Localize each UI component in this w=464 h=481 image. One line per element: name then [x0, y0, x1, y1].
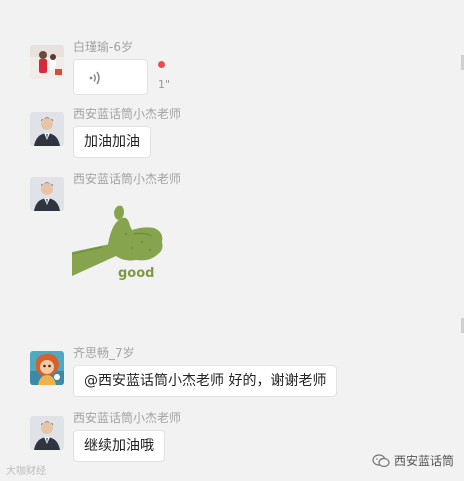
watermark-right-text: 西安蓝话筒 — [394, 454, 455, 468]
text-message-bubble[interactable]: 继续加油哦 — [73, 430, 165, 462]
watermark-left: 大咖财经 — [6, 462, 46, 477]
voice-wave-icon — [89, 71, 100, 85]
sticker-caption: good — [118, 266, 155, 281]
avatar[interactable] — [30, 351, 64, 385]
watermark-left-text: 大咖财经 — [6, 466, 46, 477]
voice-duration: 1" — [158, 78, 171, 91]
sticker-thumbs-up-image[interactable]: good — [71, 204, 172, 290]
sender-name: 西安蓝话筒小杰老师 — [73, 172, 182, 186]
sender-name: 齐思畅_7岁 — [73, 346, 135, 360]
unread-dot — [158, 61, 165, 68]
wechat-logo-icon — [372, 453, 390, 467]
avatar[interactable] — [30, 45, 64, 79]
sender-name: 白瑾瑜-6岁 — [73, 40, 133, 54]
text-message-bubble[interactable]: @西安蓝话筒小杰老师 好的，谢谢老师 — [73, 365, 338, 397]
text-message-bubble[interactable]: 加油加油 — [73, 126, 151, 158]
sender-name: 西安蓝话筒小杰老师 — [73, 107, 182, 121]
sender-name: 西安蓝话筒小杰老师 — [73, 411, 182, 425]
avatar[interactable] — [30, 112, 64, 146]
voice-message-bubble[interactable] — [73, 59, 148, 95]
watermark-right: 西安蓝话筒 — [372, 452, 454, 469]
avatar[interactable] — [30, 177, 64, 211]
avatar[interactable] — [30, 416, 64, 450]
